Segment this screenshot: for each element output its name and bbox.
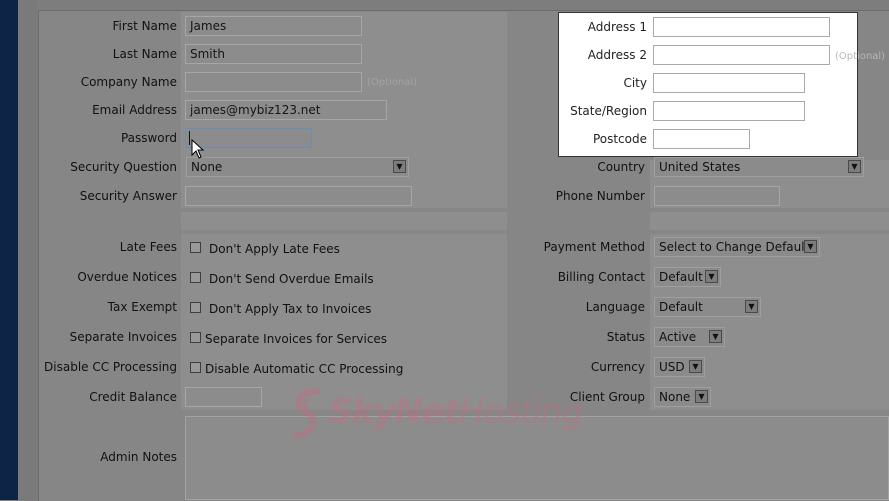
- overdue-notices-checkbox[interactable]: [190, 272, 201, 283]
- disable-cc-checkbox[interactable]: [190, 362, 201, 373]
- disable-cc-option: Disable Automatic CC Processing: [205, 362, 404, 376]
- billing-contact-select[interactable]: Default ▼: [654, 267, 721, 287]
- billing-contact-label: Billing Contact: [557, 270, 645, 284]
- language-label: Language: [585, 300, 645, 314]
- first-name-label: First Name: [112, 19, 177, 33]
- status-label: Status: [606, 330, 645, 344]
- late-fees-label: Late Fees: [119, 240, 177, 254]
- chevron-down-icon[interactable]: ▼: [804, 240, 817, 253]
- chevron-down-icon[interactable]: ▼: [705, 270, 718, 283]
- chevron-down-icon[interactable]: ▼: [393, 160, 406, 173]
- status-select[interactable]: Active ▼: [654, 327, 725, 347]
- watermark-brand-a: SkyNet: [328, 392, 460, 432]
- overdue-notices-option: Don't Send Overdue Emails: [209, 272, 374, 286]
- late-fees-checkbox[interactable]: [190, 242, 201, 253]
- separate-invoices-label: Separate Invoices: [69, 330, 177, 344]
- security-question-select[interactable]: None ▼: [186, 157, 409, 177]
- company-name-label: Company Name: [80, 75, 177, 89]
- address2-input[interactable]: [653, 45, 830, 65]
- left-margin: [18, 0, 38, 500]
- left-sidebar-strip: [0, 0, 18, 500]
- email-label: Email Address: [92, 103, 177, 117]
- country-select[interactable]: United States ▼: [654, 157, 864, 177]
- country-value: United States: [659, 160, 741, 174]
- field-cell-bg: [181, 234, 507, 410]
- currency-label: Currency: [590, 360, 645, 374]
- address1-label: Address 1: [587, 20, 647, 34]
- swirl-logo-icon: [293, 388, 321, 439]
- overdue-notices-label: Overdue Notices: [77, 270, 177, 284]
- payment-method-select[interactable]: Select to Change Default ▼: [654, 237, 820, 257]
- state-input[interactable]: [653, 101, 805, 121]
- client-group-value: None: [659, 390, 691, 404]
- address1-input[interactable]: [653, 17, 830, 37]
- tax-exempt-checkbox[interactable]: [190, 302, 201, 313]
- city-label: City: [623, 76, 647, 90]
- field-cell-bg: [650, 212, 889, 230]
- late-fees-option: Don't Apply Late Fees: [209, 242, 340, 256]
- chevron-down-icon[interactable]: ▼: [695, 390, 708, 403]
- tax-exempt-option: Don't Apply Tax to Invoices: [209, 302, 372, 316]
- company-optional-hint: (Optional): [367, 77, 418, 88]
- watermark-text: SkyNetHosting: [328, 392, 583, 432]
- country-label: Country: [597, 160, 645, 174]
- client-group-select[interactable]: None ▼: [654, 387, 711, 407]
- security-answer-input[interactable]: [185, 186, 412, 206]
- security-answer-label: Security Answer: [79, 189, 177, 203]
- chevron-down-icon[interactable]: ▼: [745, 300, 758, 313]
- city-input[interactable]: [653, 73, 805, 93]
- email-input[interactable]: james@mybiz123.net: [185, 100, 387, 120]
- text-caret: [189, 131, 190, 145]
- disable-cc-label: Disable CC Processing: [44, 360, 177, 374]
- payment-method-label: Payment Method: [543, 240, 645, 254]
- status-value: Active: [659, 330, 697, 344]
- credit-balance-label: Credit Balance: [89, 390, 177, 404]
- field-cell-bg: [650, 234, 889, 410]
- company-name-input[interactable]: [185, 72, 362, 92]
- field-cell-bg: [181, 212, 507, 230]
- postcode-input[interactable]: [653, 129, 750, 149]
- state-label: State/Region: [570, 104, 647, 118]
- chevron-down-icon[interactable]: ▼: [709, 330, 722, 343]
- phone-label: Phone Number: [555, 189, 645, 203]
- currency-value: USD: [659, 360, 685, 374]
- password-label: Password: [120, 131, 177, 145]
- address2-optional-hint: (Optional): [835, 51, 886, 62]
- postcode-label: Postcode: [592, 132, 647, 146]
- phone-input[interactable]: [654, 186, 780, 206]
- credit-balance-input[interactable]: [185, 387, 262, 407]
- first-name-input[interactable]: James: [185, 16, 362, 36]
- tax-exempt-label: Tax Exempt: [107, 300, 177, 314]
- admin-notes-label: Admin Notes: [100, 450, 177, 464]
- separate-invoices-checkbox[interactable]: [190, 332, 201, 343]
- separate-invoices-option: Separate Invoices for Services: [205, 332, 388, 346]
- language-value: Default: [659, 300, 703, 314]
- billing-contact-value: Default: [659, 270, 703, 284]
- address-highlight-box: Address 1 Address 2 (Optional) City Stat…: [558, 12, 885, 157]
- skynethosting-watermark: SkyNetHosting: [288, 386, 608, 446]
- last-name-input[interactable]: Smith: [185, 44, 362, 64]
- currency-select[interactable]: USD ▼: [654, 357, 705, 377]
- language-select[interactable]: Default ▼: [654, 297, 761, 317]
- security-question-value: None: [191, 160, 223, 174]
- last-name-label: Last Name: [112, 47, 177, 61]
- payment-method-value: Select to Change Default: [659, 240, 810, 254]
- address2-label: Address 2: [587, 48, 647, 62]
- chevron-down-icon[interactable]: ▼: [689, 360, 702, 373]
- chevron-down-icon[interactable]: ▼: [848, 160, 861, 173]
- watermark-brand-b: Hosting: [459, 392, 583, 432]
- security-question-label: Security Question: [70, 160, 177, 174]
- mouse-pointer-icon: [191, 139, 205, 159]
